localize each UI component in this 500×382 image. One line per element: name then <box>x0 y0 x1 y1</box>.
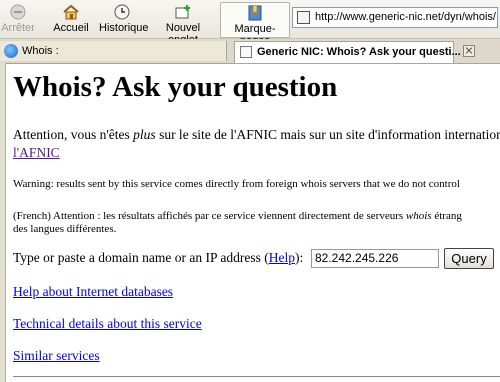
tab-title: Generic NIC: Whois? Ask your questi... <box>257 46 461 58</box>
footer-divider <box>13 376 500 377</box>
history-clock-icon <box>114 4 130 20</box>
url-text[interactable]: http://www.generic-nic.net/dyn/whois/ <box>315 11 496 23</box>
french-warning-line-2: des langues différentes. <box>13 223 117 235</box>
tab-whois-page[interactable]: Generic NIC: Whois? Ask your questi... <box>234 41 461 63</box>
french-text-2: étrang <box>431 210 462 222</box>
french-warning-line-1: (French) Attention : les résultats affic… <box>13 210 462 222</box>
home-button[interactable]: Accueil <box>52 2 90 36</box>
history-button[interactable]: Historique <box>99 2 149 36</box>
new-tab-button[interactable]: Nouvel onglet <box>152 2 214 46</box>
query-prompt-end: ): <box>294 250 304 265</box>
query-prompt-text: Type or paste a domain name or an IP add… <box>13 250 269 265</box>
navigation-toolbar: Arrêter Accueil Historique Nouvel onglet… <box>0 0 500 47</box>
help-databases-line: Help about Internet databases <box>13 284 173 300</box>
page-favicon <box>297 11 310 24</box>
page-content: Whois? Ask your question Attention, vous… <box>13 63 500 382</box>
help-link[interactable]: Help <box>269 250 295 265</box>
attention-text-2: sur le site de l'AFNIC mais sur un site … <box>155 127 500 142</box>
tab-strip: Whois : Generic NIC: Whois? Ask your que… <box>0 39 500 64</box>
attention-paragraph: Attention, vous n'êtes plus sur le site … <box>13 127 500 143</box>
french-text-1: (French) Attention : les résultats affic… <box>13 210 406 222</box>
similar-services-link[interactable]: Similar services <box>13 348 100 363</box>
address-bar[interactable]: http://www.generic-nic.net/dyn/whois/ <box>292 7 498 28</box>
stop-button[interactable]: Arrêter <box>0 2 36 36</box>
french-emphasis: whois <box>405 210 432 222</box>
attention-emphasis: plus <box>133 127 156 142</box>
technical-details-line: Technical details about this service <box>13 316 202 332</box>
attention-text-1: Attention, vous n'êtes <box>13 127 134 142</box>
domain-query-input[interactable]: 82.242.245.226 <box>311 249 439 268</box>
sidebar-title: Whois : <box>22 45 59 57</box>
home-icon <box>63 4 79 20</box>
bookmarks-button[interactable]: Marque-pages <box>220 2 290 47</box>
sidebar-panel <box>0 63 6 382</box>
warning-text: Warning: results sent by this service co… <box>13 178 460 190</box>
sidebar-header: Whois : <box>0 41 227 61</box>
page-title: Whois? Ask your question <box>13 71 338 103</box>
close-tab-icon[interactable] <box>463 45 475 57</box>
stop-label: Arrêter <box>1 22 35 34</box>
similar-services-line: Similar services <box>13 348 100 364</box>
query-button[interactable]: Query <box>444 248 494 269</box>
bookmarks-icon <box>248 5 262 21</box>
help-databases-link[interactable]: Help about Internet databases <box>13 284 173 299</box>
history-label: Historique <box>99 22 149 34</box>
query-prompt: Type or paste a domain name or an IP add… <box>13 250 303 266</box>
internet-explorer-icon <box>4 44 18 58</box>
afnic-link[interactable]: l'AFNIC <box>13 145 60 160</box>
new-tab-icon <box>175 5 190 19</box>
home-label: Accueil <box>53 22 89 34</box>
afnic-line: l'AFNIC <box>13 145 60 161</box>
tab-page-icon <box>240 46 252 58</box>
technical-details-link[interactable]: Technical details about this service <box>13 316 202 331</box>
stop-icon <box>10 4 26 20</box>
